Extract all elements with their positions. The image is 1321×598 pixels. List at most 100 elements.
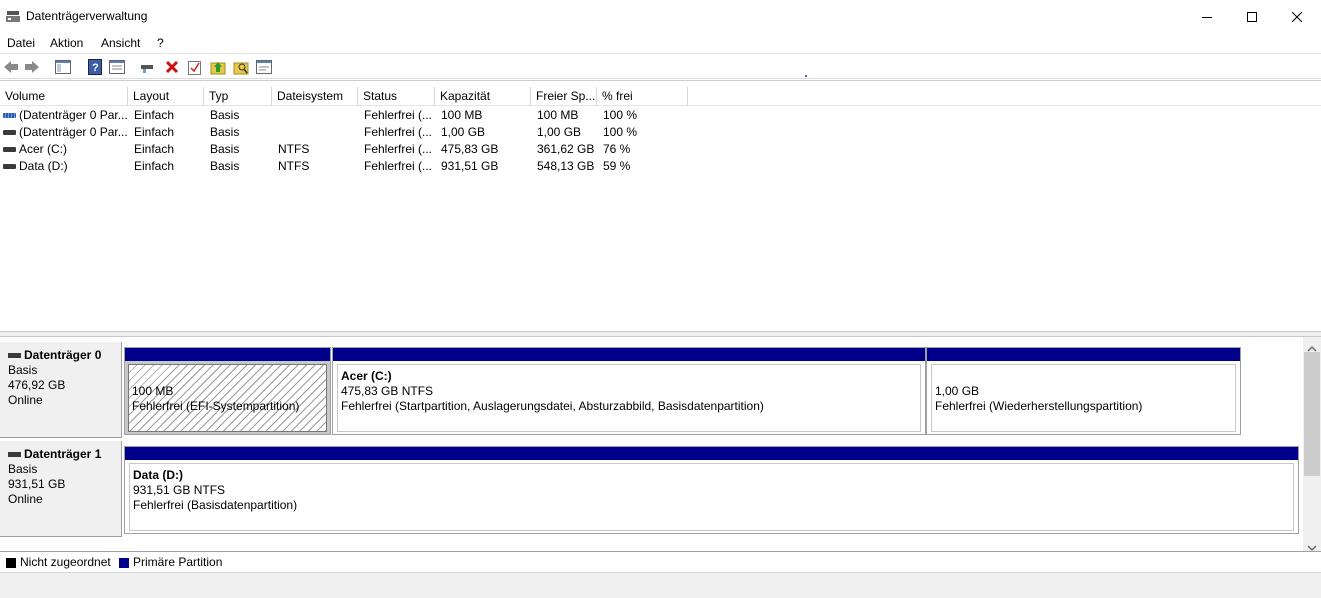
menu-aktion[interactable]: Aktion	[50, 36, 83, 50]
volume-list-pane: Volume Layout Typ Dateisystem Status Kap…	[0, 80, 1321, 331]
partition-bar	[333, 348, 925, 361]
column-status[interactable]: Status	[358, 87, 435, 106]
partition-recovery[interactable]: 1,00 GB Fehlerfrei (Wiederherstellungspa…	[926, 347, 1241, 435]
volume-icon	[3, 147, 16, 152]
partition-data-d-status: Fehlerfrei (Basisdatenpartition)	[133, 498, 298, 512]
window-title: Datenträgerverwaltung	[26, 9, 148, 23]
cell-typ: Basis	[210, 125, 240, 139]
table-row[interactable]: (Datenträger 0 Par... Einfach Basis Fehl…	[0, 123, 1321, 140]
cell-prozent-frei: 100 %	[603, 125, 638, 139]
maximize-button[interactable]	[1229, 0, 1275, 33]
column-kapazitaet[interactable]: Kapazität	[435, 87, 531, 106]
disk-0-info[interactable]: Datenträger 0 Basis 476,92 GB Online	[0, 342, 122, 438]
partition-efi[interactable]: 100 MB Fehlerfrei (EFI-Systempartition)	[124, 347, 331, 435]
properties-icon[interactable]	[108, 58, 126, 76]
cell-prozent-frei: 76 %	[603, 142, 631, 156]
disk-1-title: Datenträger 1	[8, 447, 121, 462]
legend-swatch-unallocated	[6, 558, 16, 568]
cell-kapazitaet: 475,83 GB	[441, 142, 499, 156]
disk-0-size: 476,92 GB	[8, 378, 66, 392]
column-freier-speicher[interactable]: Freier Sp...	[531, 87, 597, 106]
partition-recovery-size: 1,00 GB	[935, 384, 980, 398]
partition-data-d-title: Data (D:)	[133, 468, 183, 482]
column-typ[interactable]: Typ	[204, 87, 272, 106]
cell-volume: (Datenträger 0 Par...	[19, 125, 127, 139]
menu-bar: Datei Aktion Ansicht ?	[0, 33, 1321, 54]
check-icon[interactable]	[186, 58, 204, 76]
legend: Nicht zugeordnet Primäre Partition	[0, 551, 1321, 572]
volume-icon	[3, 113, 16, 118]
disk-management-app-icon	[6, 10, 20, 23]
partition-data-d-body: Data (D:) 931,51 GB NTFS Fehlerfrei (Bas…	[129, 463, 1294, 531]
cell-status: Fehlerfrei (...	[364, 142, 433, 156]
menu-help[interactable]: ?	[157, 36, 164, 50]
partition-efi-size: 100 MB	[132, 384, 174, 398]
legend-label-primary: Primäre Partition	[133, 555, 223, 569]
partition-acer-c-size: 475,83 GB NTFS	[341, 384, 434, 398]
disk-0-state: Online	[8, 393, 43, 407]
table-row[interactable]: Acer (C:) Einfach Basis NTFS Fehlerfrei …	[0, 140, 1321, 157]
title-bar: Datenträgerverwaltung	[0, 0, 1321, 33]
legend-label-unallocated: Nicht zugeordnet	[20, 555, 111, 569]
cell-layout: Einfach	[134, 125, 175, 139]
console-tree-icon[interactable]	[54, 58, 72, 76]
delete-icon[interactable]	[163, 58, 181, 76]
partition-data-d[interactable]: Data (D:) 931,51 GB NTFS Fehlerfrei (Bas…	[124, 446, 1299, 534]
partition-efi-body: 100 MB Fehlerfrei (EFI-Systempartition)	[128, 364, 327, 432]
disk-0-type: Basis	[8, 363, 38, 377]
cell-typ: Basis	[210, 159, 240, 173]
cell-freier-speicher: 100 MB	[537, 108, 579, 122]
close-button[interactable]	[1274, 0, 1320, 33]
column-layout[interactable]: Layout	[128, 87, 204, 106]
disk-0-name: Datenträger 0	[24, 348, 102, 362]
forward-arrow-icon[interactable]	[23, 58, 41, 76]
scrollbar-thumb[interactable]	[1304, 352, 1320, 476]
back-arrow-icon[interactable]	[2, 58, 20, 76]
cell-volume: Acer (C:)	[19, 142, 67, 156]
help-icon[interactable]: ?	[86, 58, 104, 76]
partition-acer-c[interactable]: Acer (C:) 475,83 GB NTFS Fehlerfrei (Sta…	[332, 347, 926, 435]
search-icon[interactable]	[232, 58, 250, 76]
cell-status: Fehlerfrei (...	[364, 108, 433, 122]
disk-1-type: Basis	[8, 462, 38, 476]
legend-swatch-primary	[119, 558, 129, 568]
cell-typ: Basis	[210, 142, 240, 156]
disk-1-info[interactable]: Datenträger 1 Basis 931,51 GB Online	[0, 441, 122, 537]
cell-volume: (Datenträger 0 Par...	[19, 108, 127, 122]
menu-datei[interactable]: Datei	[7, 36, 35, 50]
column-dateisystem[interactable]: Dateisystem	[272, 87, 358, 106]
table-row[interactable]: Data (D:) Einfach Basis NTFS Fehlerfrei …	[0, 157, 1321, 174]
partition-data-d-size: 931,51 GB NTFS	[133, 483, 226, 497]
column-prozent-frei[interactable]: % frei	[597, 87, 688, 106]
cell-volume: Data (D:)	[19, 159, 68, 173]
column-volume[interactable]: Volume	[0, 87, 128, 106]
disk-1-name: Datenträger 1	[24, 447, 102, 461]
cell-dateisystem: NTFS	[278, 142, 310, 156]
cell-typ: Basis	[210, 108, 240, 122]
menu-ansicht[interactable]: Ansicht	[101, 36, 140, 50]
volume-icon	[3, 130, 16, 135]
partition-efi-status: Fehlerfrei (EFI-Systempartition)	[132, 399, 300, 413]
minimize-button[interactable]	[1184, 0, 1230, 33]
disk-graphical-pane: Datenträger 0 Basis 476,92 GB Online 100…	[0, 337, 1303, 551]
partition-acer-c-title: Acer (C:)	[341, 369, 392, 383]
cell-prozent-frei: 100 %	[603, 108, 638, 122]
volume-icon	[3, 164, 16, 169]
table-row[interactable]: (Datenträger 0 Par... Einfach Basis Fehl…	[0, 106, 1321, 123]
cell-freier-speicher: 548,13 GB	[537, 159, 595, 173]
toolbar: ?	[0, 55, 1321, 79]
partition-acer-c-status: Fehlerfrei (Startpartition, Auslagerungs…	[341, 399, 764, 413]
cell-layout: Einfach	[134, 108, 175, 122]
column-header: Volume Layout Typ Dateisystem Status Kap…	[0, 87, 1321, 106]
partition-recovery-body: 1,00 GB Fehlerfrei (Wiederherstellungspa…	[931, 364, 1236, 432]
details-icon[interactable]	[255, 58, 273, 76]
disk-icon	[8, 353, 21, 358]
cell-freier-speicher: 1,00 GB	[537, 125, 582, 139]
cell-kapazitaet: 931,51 GB	[441, 159, 499, 173]
toolbar-marker	[805, 75, 807, 77]
cell-status: Fehlerfrei (...	[364, 159, 433, 173]
cell-kapazitaet: 1,00 GB	[441, 125, 486, 139]
partition-bar	[125, 348, 330, 361]
up-icon[interactable]	[209, 58, 227, 76]
connect-icon[interactable]	[139, 58, 157, 76]
